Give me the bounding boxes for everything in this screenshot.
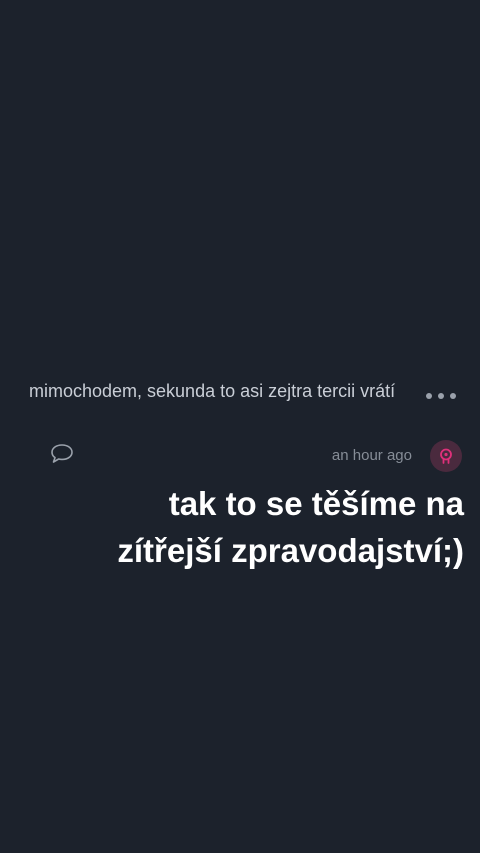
timestamp: an hour ago bbox=[331, 447, 412, 464]
more-dot bbox=[438, 393, 444, 399]
reply-button[interactable] bbox=[49, 442, 75, 466]
comment-post: mimochodem, sekunda to asi zejtra tercii… bbox=[0, 376, 480, 476]
more-dot bbox=[426, 393, 432, 399]
avatar[interactable] bbox=[430, 440, 462, 472]
caption-line-1: tak to se těšíme na bbox=[168, 485, 464, 522]
caption-line-2: zítřejší zpravodajství;) bbox=[117, 532, 464, 569]
overlay-caption: tak to se těšíme na zítřejší zpravodajst… bbox=[64, 480, 464, 574]
post-text: mimochodem, sekunda to asi zejtra tercii… bbox=[29, 381, 396, 401]
more-options-button[interactable] bbox=[424, 386, 458, 406]
speech-bubble-icon bbox=[51, 444, 73, 463]
more-dot bbox=[450, 393, 456, 399]
user-avatar-icon bbox=[440, 448, 452, 464]
